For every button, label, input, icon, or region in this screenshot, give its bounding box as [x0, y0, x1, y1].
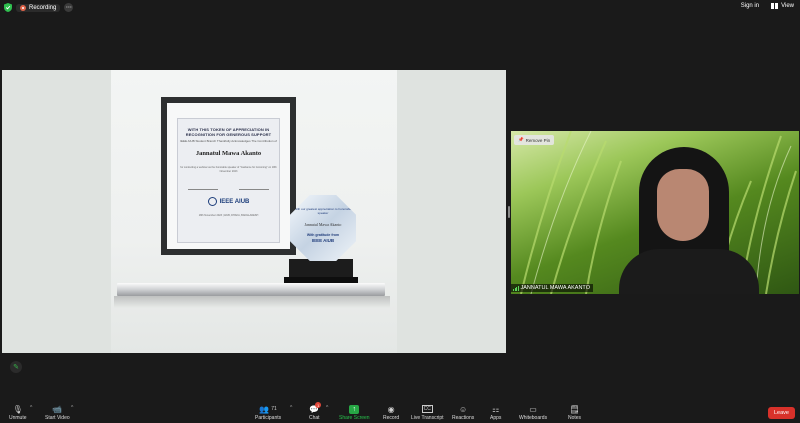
view-label: View [781, 3, 794, 9]
certificate-heading: WITH THIS TOKEN OF APPRECIATION IN RECOG… [185, 127, 272, 137]
certificate-mat: WITH THIS TOKEN OF APPRECIATION IN RECOG… [167, 103, 290, 249]
audio-options-chevron-icon[interactable]: ^ [30, 405, 32, 411]
view-grid-icon [771, 3, 779, 9]
chat-button[interactable]: 💬 1 Chat [309, 402, 322, 421]
recording-indicator[interactable]: Recording [16, 3, 61, 12]
participants-icon: 👥 71 [259, 404, 277, 414]
whiteboards-label: Whiteboards [519, 415, 548, 421]
chat-options-chevron-icon[interactable]: ^ [326, 405, 328, 411]
video-options-chevron-icon[interactable]: ^ [71, 405, 73, 411]
certificate-body: for conducting a webinar as the honorabl… [180, 166, 277, 173]
chat-label: Chat [309, 415, 320, 421]
whiteboards-button[interactable]: ▭ Whiteboards [519, 404, 548, 422]
trophy-name: Jannatul Mawa Akanto [304, 222, 342, 227]
record-button[interactable]: ◉ Record [383, 404, 400, 422]
video-camera-off-icon: 📹 [52, 404, 63, 414]
record-label: Record [383, 415, 400, 421]
microphone-muted-icon: 🎙 [12, 404, 23, 414]
participants-label: Participants [255, 415, 282, 421]
chat-icon: 💬 1 [309, 402, 322, 414]
shared-screen: WITH THIS TOKEN OF APPRECIATION IN RECOG… [2, 70, 506, 353]
top-bar-right: Sign in View [741, 3, 794, 9]
live-transcript-button[interactable]: CC Live Transcript [411, 404, 444, 421]
reactions-button[interactable]: ☺ Reactions [452, 404, 475, 422]
participant-body [619, 249, 759, 294]
closed-caption-icon: CC [421, 405, 433, 413]
chat-badge: 1 [315, 402, 322, 408]
trophy-top-text: With our greatest appreciation to honora… [294, 207, 352, 215]
unmute-label: Unmute [9, 415, 27, 421]
signal-strength-icon [513, 285, 519, 291]
trophy-base-bottom [284, 277, 358, 283]
whiteboard-icon: ▭ [529, 404, 537, 414]
participant-count: 71 [271, 406, 277, 412]
remove-pin-label: Remove Pin [525, 137, 551, 143]
panel-resize-handle[interactable] [508, 206, 510, 218]
share-screen-label: Share Screen [339, 415, 370, 421]
recording-label: Recording [29, 4, 57, 11]
notes-label: Notes [568, 415, 582, 421]
shield-icon[interactable] [4, 3, 12, 12]
certificate-subheading: IEEE AIUB Student Branch Thankfully Ackn… [180, 139, 277, 143]
participant-name-tag: JANNATUL MAWA AKANTO [511, 284, 593, 292]
notes-icon: 🗒 [569, 404, 580, 414]
live-transcript-label: Live Transcript [411, 415, 444, 421]
apps-icon: ⚏ [492, 404, 500, 414]
top-bar: Recording ⋯ Sign in View [0, 0, 800, 16]
more-options-icon[interactable]: ⋯ [64, 3, 74, 12]
unmute-button[interactable]: 🎙 Unmute [9, 404, 27, 422]
annotate-pencil-icon[interactable]: ✎ [10, 361, 22, 373]
trophy-gratitude: With gratitude from [306, 233, 340, 237]
participants-options-chevron-icon[interactable]: ^ [290, 405, 292, 411]
participant-name: JANNATUL MAWA AKANTO [520, 285, 590, 291]
record-icon: ◉ [387, 404, 395, 414]
meeting-toolbar: 🎙 Unmute ^ 📹 Start Video ^ 👥 71 Participa… [0, 399, 800, 423]
trophy-logo: IEEE AIUB [311, 238, 335, 243]
start-video-button[interactable]: 📹 Start Video [45, 404, 70, 422]
signature [188, 181, 219, 190]
shelf [117, 283, 385, 296]
participant-video-tile[interactable]: 📌 Remove Pin JANNATUL MAWA AKANTO [511, 131, 799, 294]
notes-button[interactable]: 🗒 Notes [568, 404, 582, 422]
certificate-name: Jannatul Mawa Akanto [195, 150, 262, 157]
shelf-shadow [114, 296, 390, 308]
remove-pin-button[interactable]: 📌 Remove Pin [514, 135, 555, 145]
sign-in-link[interactable]: Sign in [741, 3, 759, 9]
certificate-footer: 18th November 2023 | AIUB, DHAKA, BANGLA… [198, 214, 259, 217]
view-button[interactable]: View [771, 3, 794, 9]
ieee-emblem-icon [207, 197, 217, 206]
certificate-frame: WITH THIS TOKEN OF APPRECIATION IN RECOG… [161, 97, 296, 255]
certificate-logo-text: IEEE AIUB [219, 198, 250, 205]
recording-icon [20, 4, 26, 11]
participants-button[interactable]: 👥 71 Participants [255, 404, 282, 422]
certificate-logo: IEEE AIUB [178, 197, 279, 206]
certificate-signatures [178, 181, 279, 190]
leave-button[interactable]: Leave [768, 407, 795, 419]
top-bar-left: Recording ⋯ [4, 3, 74, 12]
reactions-label: Reactions [452, 415, 475, 421]
certificate: WITH THIS TOKEN OF APPRECIATION IN RECOG… [177, 118, 280, 243]
pin-icon: 📌 [518, 137, 524, 142]
share-screen-button[interactable]: ↑ Share Screen [339, 404, 370, 421]
apps-button[interactable]: ⚏ Apps [490, 404, 502, 422]
reactions-smiley-icon: ☺ [459, 404, 468, 414]
signature [238, 181, 269, 190]
participant-face [657, 169, 709, 241]
start-video-label: Start Video [45, 415, 70, 421]
share-screen-icon: ↑ [349, 404, 360, 414]
apps-label: Apps [490, 415, 502, 421]
